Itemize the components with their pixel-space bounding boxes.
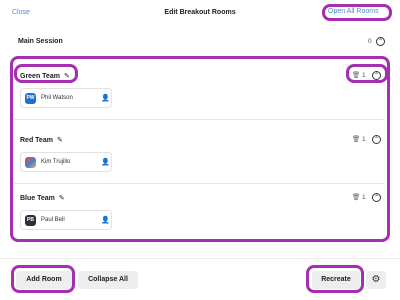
room-count: 1 <box>362 72 366 79</box>
participant-chip[interactable]: PB Paul Bell 👤 <box>20 210 112 230</box>
trash-icon[interactable]: 🗑 <box>352 71 360 79</box>
pencil-icon[interactable]: ✎ <box>64 72 70 80</box>
participant-chip[interactable]: Kim Trujillo 👤 <box>20 152 112 172</box>
rooms-list: Green Team ✎ 🗑 1 ⌃ PW Phil Watson 👤 Red T… <box>12 58 390 241</box>
add-room-button[interactable]: Add Room <box>16 271 72 289</box>
room-count: 1 <box>362 136 366 143</box>
person-icon[interactable]: 👤 <box>101 158 110 166</box>
main-session-count: 0 <box>368 38 372 45</box>
room-count: 1 <box>362 194 366 201</box>
avatar: PW <box>25 93 36 104</box>
main-session-label: Main Session <box>18 38 63 45</box>
recreate-button[interactable]: Recreate <box>312 271 360 289</box>
participant-name: Kim Trujillo <box>41 159 71 165</box>
chevron-up-icon[interactable]: ⌃ <box>376 37 385 46</box>
person-icon[interactable]: 👤 <box>101 216 110 224</box>
room-name: Blue Team ✎ <box>20 194 65 202</box>
dialog-footer: Add Room Collapse All Recreate ⚙ <box>0 258 400 300</box>
room-name: Green Team ✎ <box>20 72 70 80</box>
gear-icon[interactable]: ⚙ <box>366 271 386 289</box>
main-session-row: Main Session 0 ⌃ <box>12 32 386 52</box>
trash-icon[interactable]: 🗑 <box>352 135 360 143</box>
open-all-rooms-button[interactable]: Open All Rooms <box>328 8 379 15</box>
chevron-up-icon[interactable]: ⌃ <box>372 193 381 202</box>
room-blue-team: Blue Team ✎ 🗑 1 ⌃ PB Paul Bell 👤 <box>14 184 384 242</box>
pencil-icon[interactable]: ✎ <box>59 194 65 202</box>
participant-name: Phil Watson <box>41 95 73 101</box>
participant-name: Paul Bell <box>41 217 65 223</box>
person-icon[interactable]: 👤 <box>101 94 110 102</box>
chevron-up-icon[interactable]: ⌃ <box>372 135 381 144</box>
avatar: PB <box>25 215 36 226</box>
chevron-up-icon[interactable]: ⌃ <box>372 71 381 80</box>
participant-chip[interactable]: PW Phil Watson 👤 <box>20 88 112 108</box>
room-red-team: Red Team ✎ 🗑 1 ⌃ Kim Trujillo 👤 <box>14 126 384 184</box>
avatar <box>25 157 36 168</box>
collapse-all-button[interactable]: Collapse All <box>78 271 138 289</box>
room-name: Red Team ✎ <box>20 136 63 144</box>
trash-icon[interactable]: 🗑 <box>352 193 360 201</box>
dialog-header: Close Edit Breakout Rooms Open All Rooms <box>0 0 400 28</box>
room-green-team: Green Team ✎ 🗑 1 ⌃ PW Phil Watson 👤 <box>14 62 384 120</box>
pencil-icon[interactable]: ✎ <box>57 136 63 144</box>
